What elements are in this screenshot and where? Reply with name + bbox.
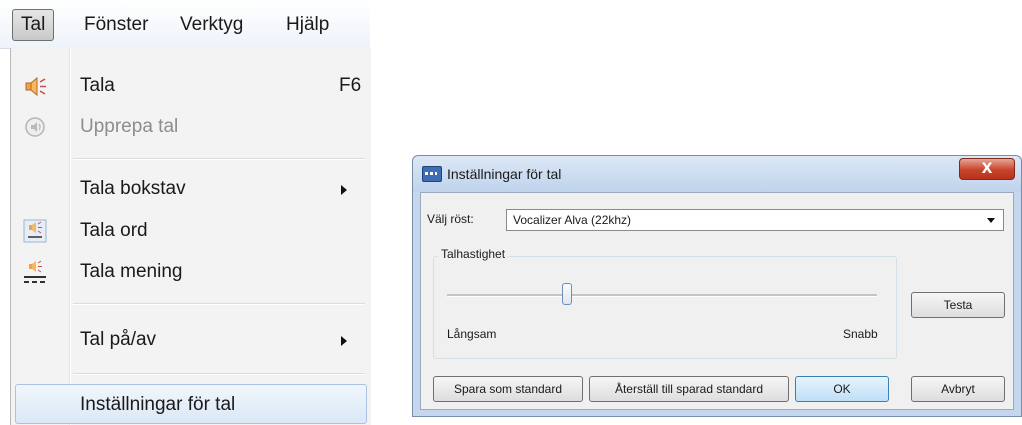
speed-group (433, 256, 897, 359)
menu-item-label: Tala (80, 75, 115, 96)
dialog-title: Inställningar för tal (447, 166, 562, 182)
voice-label: Välj röst: (427, 212, 474, 226)
menu-item-tala-bokstav[interactable]: Tala bokstav (11, 169, 369, 209)
menu-item-upprepa-tal[interactable]: Upprepa tal (11, 107, 369, 147)
speaker-icon (23, 74, 47, 98)
menu-item-label: Tala bokstav (80, 178, 186, 199)
speed-min-label: Långsam (447, 327, 497, 341)
menu-item-tala-mening[interactable]: Tala mening (11, 252, 369, 292)
menu-verktyg[interactable]: Verktyg (172, 10, 251, 40)
menu-item-label: Tala ord (80, 220, 148, 241)
menu-fonster[interactable]: Fönster (76, 10, 156, 40)
shortcut-label: F6 (339, 75, 362, 96)
menu-item-label: Tala mening (80, 261, 183, 282)
chevron-down-icon (987, 218, 995, 223)
ok-button[interactable]: OK (795, 376, 889, 402)
speak-word-icon (23, 219, 47, 243)
speak-sentence-icon (23, 260, 47, 284)
dialog-body: Välj röst: Vocalizer Alva (22khz) Talhas… (420, 192, 1014, 410)
menu-item-label: Tal på/av (80, 329, 157, 350)
close-button[interactable]: X (959, 158, 1015, 180)
restore-default-button[interactable]: Återställ till sparad standard (589, 376, 789, 402)
menu-hjalp[interactable]: Hjälp (278, 10, 337, 40)
tal-dropdown-menu: Tala F6 Upprepa tal Tala bokstav Tala or… (10, 48, 371, 425)
submenu-arrow-icon (341, 185, 347, 195)
menu-separator (73, 303, 365, 305)
app-window-icon (422, 166, 442, 182)
menu-item-tala-ord[interactable]: Tala ord (11, 211, 369, 251)
speed-group-title: Talhastighet (438, 247, 509, 261)
menu-item-label: Upprepa tal (80, 116, 179, 137)
menu-item-installningar-for-tal[interactable]: Inställningar för tal (15, 384, 367, 424)
cancel-button[interactable]: Avbryt (911, 376, 1005, 402)
save-default-button[interactable]: Spara som standard (433, 376, 583, 402)
menu-item-label: Inställningar för tal (80, 394, 236, 415)
close-icon: X (981, 161, 993, 177)
speed-slider-thumb[interactable] (562, 283, 573, 305)
voice-select-value: Vocalizer Alva (22khz) (513, 213, 632, 227)
speed-slider-track[interactable] (447, 294, 877, 297)
menu-item-tal-pa-av[interactable]: Tal på/av (11, 320, 369, 360)
menu-separator (73, 158, 365, 160)
menu-bar: Tal Fönster Verktyg Hjälp (0, 0, 370, 49)
menu-separator (73, 373, 365, 375)
repeat-speech-icon (23, 115, 47, 139)
voice-select[interactable]: Vocalizer Alva (22khz) (506, 209, 1004, 231)
dialog-titlebar[interactable]: Inställningar för tal X (413, 156, 1021, 192)
speech-settings-dialog: Inställningar för tal X Välj röst: Vocal… (412, 155, 1022, 417)
speed-max-label: Snabb (843, 327, 878, 341)
submenu-arrow-icon (341, 336, 347, 346)
menu-item-tala[interactable]: Tala F6 (11, 66, 369, 106)
menu-tal[interactable]: Tal (12, 9, 55, 41)
test-button[interactable]: Testa (911, 292, 1005, 318)
